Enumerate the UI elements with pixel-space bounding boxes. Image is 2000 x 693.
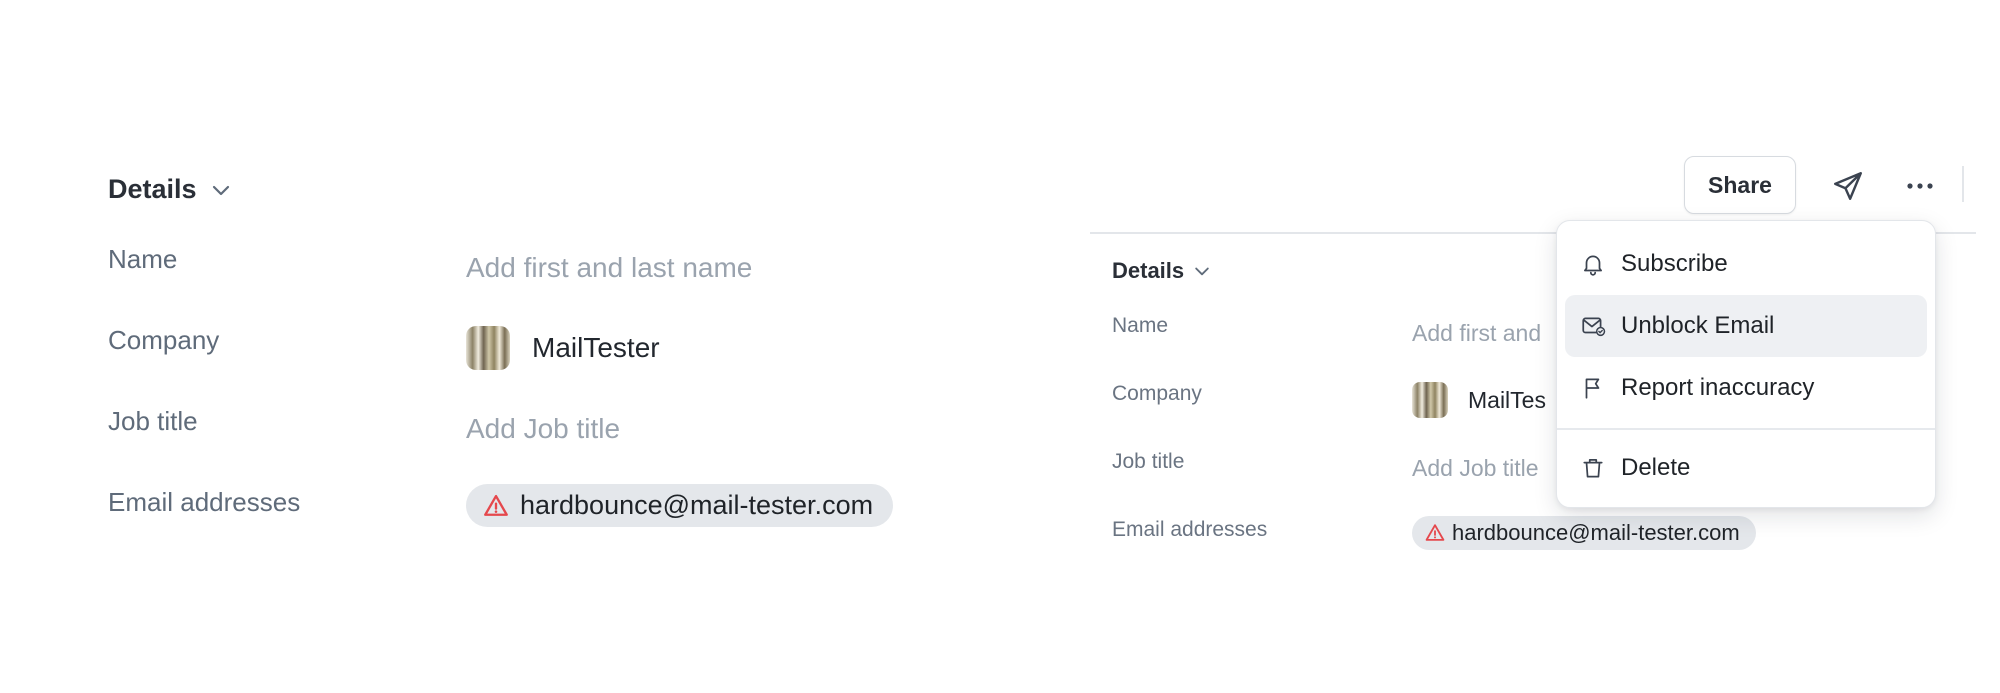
details-title: Details <box>108 174 197 204</box>
job-title-label: Job title <box>108 406 198 436</box>
menu-item-delete[interactable]: Delete <box>1565 437 1927 499</box>
name-label: Name <box>108 244 178 274</box>
menu-item-label: Unblock Email <box>1621 312 1775 339</box>
job-title-field-small[interactable]: Add Job title <box>1412 455 1539 482</box>
chevron-down-icon <box>1192 261 1212 281</box>
company-field[interactable]: MailTester <box>466 326 660 370</box>
bell-icon <box>1579 250 1607 278</box>
warning-icon <box>1424 522 1446 544</box>
more-actions-menu: Subscribe Unblock Email Report inaccurac… <box>1556 220 1936 508</box>
company-name-small: MailTes <box>1468 386 1546 413</box>
job-title-field[interactable]: Add Job title <box>466 413 620 445</box>
more-horizontal-icon[interactable] <box>1898 164 1942 208</box>
email-pill-small[interactable]: hardbounce@mail-tester.com <box>1412 516 1756 550</box>
email-address-text: hardbounce@mail-tester.com <box>520 490 874 520</box>
name-field-small[interactable]: Add first and <box>1412 320 1541 347</box>
menu-item-subscribe[interactable]: Subscribe <box>1565 233 1927 295</box>
toolbar-divider <box>1962 166 1964 202</box>
company-logo-small <box>1412 382 1448 418</box>
menu-item-report-inaccuracy[interactable]: Report inaccuracy <box>1565 357 1927 419</box>
flag-icon <box>1579 374 1607 402</box>
mail-unblock-icon <box>1579 312 1607 340</box>
details-title-small: Details <box>1112 258 1185 283</box>
company-label-small: Company <box>1112 382 1202 405</box>
email-pill[interactable]: hardbounce@mail-tester.com <box>466 484 894 527</box>
email-field[interactable]: hardbounce@mail-tester.com <box>466 484 894 527</box>
email-addresses-label-small: Email addresses <box>1112 518 1268 541</box>
menu-item-label: Delete <box>1621 454 1691 481</box>
name-field[interactable]: Add first and last name <box>466 252 752 284</box>
menu-item-label: Report inaccuracy <box>1621 374 1815 401</box>
email-address-text-small: hardbounce@mail-tester.com <box>1452 520 1740 545</box>
trash-icon <box>1579 454 1607 482</box>
send-icon[interactable] <box>1826 164 1870 208</box>
share-button[interactable]: Share <box>1684 156 1796 214</box>
warning-icon <box>482 492 510 520</box>
company-label: Company <box>108 325 220 355</box>
name-label-small: Name <box>1112 314 1169 337</box>
company-name: MailTester <box>532 332 660 363</box>
email-field-small[interactable]: hardbounce@mail-tester.com <box>1412 516 1756 550</box>
email-addresses-label: Email addresses <box>108 487 301 517</box>
menu-item-label: Subscribe <box>1621 250 1728 277</box>
details-section-toggle[interactable]: Details <box>108 174 233 205</box>
company-logo <box>466 326 510 370</box>
menu-item-unblock-email[interactable]: Unblock Email <box>1565 295 1927 357</box>
menu-divider <box>1557 428 1935 430</box>
chevron-down-icon <box>209 178 233 202</box>
job-title-label-small: Job title <box>1112 450 1185 473</box>
company-field-small[interactable]: MailTes <box>1412 382 1546 418</box>
details-section-toggle-small[interactable]: Details <box>1112 258 1212 284</box>
